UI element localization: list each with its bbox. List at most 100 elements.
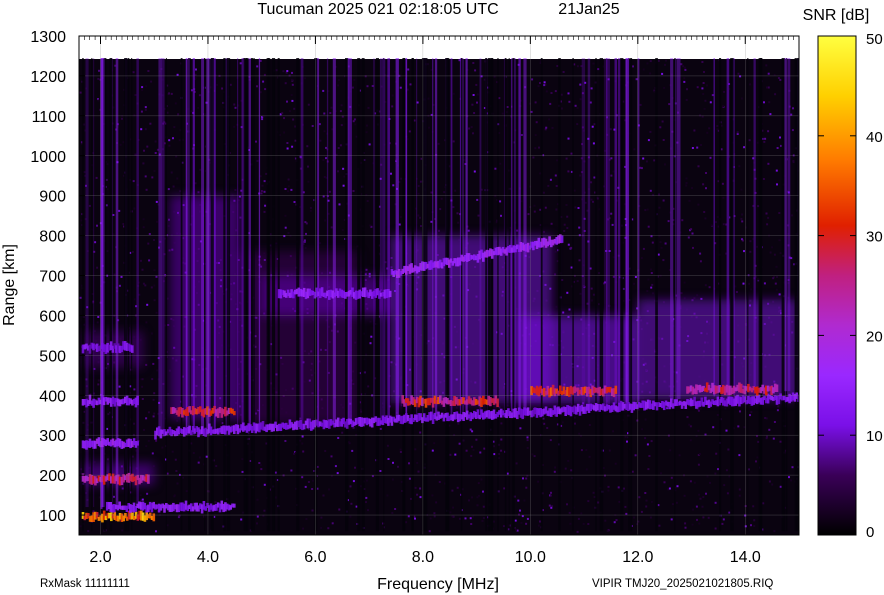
noise-pixel bbox=[275, 242, 278, 245]
frequency-column bbox=[617, 58, 621, 404]
noise-pixel bbox=[705, 187, 707, 190]
noise-pixel bbox=[701, 505, 704, 508]
noise-pixel bbox=[744, 505, 747, 508]
noise-pixel bbox=[749, 250, 752, 253]
noise-pixel bbox=[697, 203, 700, 206]
colorbar-tick-label: 40 bbox=[866, 129, 883, 146]
noise-pixel bbox=[690, 228, 693, 231]
noise-pixel bbox=[779, 78, 782, 81]
noise-pixel bbox=[699, 252, 702, 255]
frequency-column bbox=[523, 58, 527, 411]
noise-pixel bbox=[330, 106, 333, 109]
noise-pixel bbox=[352, 480, 355, 483]
frequency-column bbox=[620, 58, 624, 532]
noise-pixel bbox=[767, 130, 770, 133]
noise-pixel bbox=[548, 504, 551, 507]
noise-pixel bbox=[590, 287, 593, 290]
noise-pixel bbox=[743, 146, 746, 149]
noise-pixel bbox=[566, 503, 568, 506]
noise-pixel bbox=[414, 448, 417, 451]
noise-pixel bbox=[649, 516, 652, 519]
noise-pixel bbox=[349, 515, 352, 518]
noise-pixel bbox=[290, 94, 293, 97]
noise-pixel bbox=[604, 519, 607, 522]
noise-pixel bbox=[153, 392, 156, 395]
noise-pixel bbox=[722, 223, 725, 226]
noise-pixel bbox=[341, 228, 344, 231]
noise-pixel bbox=[750, 411, 753, 414]
noise-pixel bbox=[699, 260, 702, 263]
noise-pixel bbox=[644, 492, 647, 494]
noise-pixel bbox=[454, 453, 457, 456]
noise-pixel bbox=[483, 447, 486, 450]
noise-pixel bbox=[693, 129, 696, 132]
frequency-column bbox=[382, 58, 386, 421]
noise-pixel bbox=[533, 204, 536, 207]
noise-pixel bbox=[765, 417, 768, 420]
noise-pixel bbox=[689, 425, 692, 428]
noise-pixel bbox=[698, 493, 701, 496]
noise-pixel bbox=[577, 207, 580, 209]
noise-pixel bbox=[198, 456, 201, 459]
frequency-column bbox=[595, 58, 597, 532]
noise-pixel bbox=[610, 212, 613, 215]
noise-pixel bbox=[573, 274, 576, 277]
noise-pixel bbox=[549, 494, 552, 497]
noise-pixel bbox=[482, 490, 484, 493]
noise-pixel bbox=[155, 200, 158, 203]
noise-pixel bbox=[480, 478, 483, 481]
noise-pixel bbox=[576, 530, 579, 533]
noise-pixel bbox=[534, 134, 537, 137]
noise-pixel bbox=[671, 503, 674, 506]
noise-pixel bbox=[221, 87, 224, 90]
noise-pixel bbox=[773, 253, 776, 256]
noise-pixel bbox=[717, 468, 719, 471]
noise-pixel bbox=[530, 110, 533, 113]
noise-pixel bbox=[338, 203, 341, 206]
noise-pixel bbox=[118, 209, 121, 212]
noise-pixel bbox=[678, 454, 681, 457]
frequency-column bbox=[581, 58, 586, 406]
noise-pixel bbox=[660, 246, 663, 249]
noise-pixel bbox=[670, 518, 673, 521]
noise-pixel bbox=[233, 125, 236, 128]
noise-pixel bbox=[772, 437, 775, 440]
noise-pixel bbox=[545, 90, 548, 93]
noise-pixel bbox=[284, 82, 287, 85]
noise-pixel bbox=[792, 154, 795, 157]
noise-pixel bbox=[763, 101, 765, 104]
noise-pixel bbox=[132, 71, 135, 74]
noise-pixel bbox=[142, 162, 145, 165]
noise-pixel bbox=[408, 462, 410, 465]
noise-pixel bbox=[337, 84, 340, 87]
frequency-column bbox=[253, 58, 255, 532]
noise-pixel bbox=[148, 233, 151, 235]
noise-pixel bbox=[762, 502, 765, 505]
noise-pixel bbox=[399, 448, 402, 451]
noise-pixel bbox=[258, 462, 261, 464]
noise-pixel bbox=[168, 144, 171, 147]
noise-pixel bbox=[740, 97, 743, 100]
noise-pixel bbox=[556, 65, 559, 67]
noise-pixel bbox=[367, 509, 369, 512]
noise-pixel bbox=[687, 236, 690, 239]
noise-pixel bbox=[792, 107, 794, 110]
noise-pixel bbox=[644, 437, 647, 440]
noise-pixel bbox=[475, 438, 478, 441]
noise-pixel bbox=[457, 221, 460, 224]
noise-pixel bbox=[192, 452, 195, 454]
noise-pixel bbox=[525, 477, 528, 480]
noise-pixel bbox=[768, 480, 771, 483]
x-tick-label: 14.0 bbox=[730, 549, 761, 566]
frequency-column bbox=[243, 58, 247, 532]
noise-pixel bbox=[592, 62, 595, 65]
noise-pixel bbox=[155, 439, 158, 442]
noise-pixel bbox=[668, 487, 671, 490]
noise-pixel bbox=[590, 181, 593, 184]
noise-pixel bbox=[452, 506, 455, 509]
frequency-column bbox=[128, 58, 130, 532]
noise-pixel bbox=[683, 494, 686, 497]
noise-pixel bbox=[610, 174, 613, 177]
noise-pixel bbox=[689, 439, 692, 442]
noise-pixel bbox=[650, 272, 653, 274]
